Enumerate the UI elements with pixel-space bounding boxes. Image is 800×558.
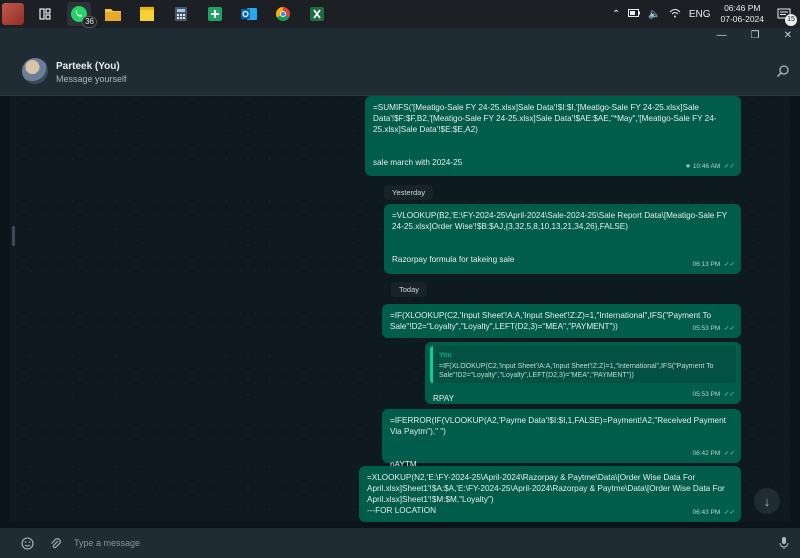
chat-messages-pane[interactable]: =SUMIFS('[Meatigo-Sale FY 24-25.xlsx]Sal…	[10, 96, 790, 522]
message-meta: 05:53 PM ✓✓	[692, 389, 735, 400]
chrome-icon[interactable]	[271, 2, 295, 26]
attach-icon[interactable]	[48, 536, 62, 550]
double-check-icon: ✓✓	[724, 261, 735, 268]
contact-name: Parteek (You)	[56, 61, 120, 72]
minimize-icon[interactable]: —	[717, 30, 727, 41]
battery-icon[interactable]	[628, 8, 641, 20]
whatsapp-unread-badge: 36	[82, 16, 97, 28]
double-check-icon: ✓✓	[724, 325, 735, 332]
message-text: =XLOOKUP(N2,'E:\FY-2024-25\April-2024\Ra…	[367, 473, 725, 515]
message-time: 05:53 PM	[692, 391, 721, 398]
sticky-notes-icon[interactable]	[135, 2, 159, 26]
message-meta: 06:43 PM ✓✓	[692, 507, 735, 518]
message-text: =SUMIFS('[Meatigo-Sale FY 24-25.xlsx]Sal…	[373, 103, 717, 167]
clock-date: 07-06-2024	[720, 14, 764, 24]
avatar[interactable]	[22, 58, 48, 84]
start-app-icon[interactable]	[2, 3, 24, 25]
microphone-icon[interactable]	[777, 536, 791, 550]
message-composer	[0, 528, 800, 558]
excel-icon[interactable]	[305, 2, 329, 26]
search-icon[interactable]	[776, 64, 790, 78]
task-view-icon[interactable]	[33, 2, 57, 26]
message-text: =VLOOKUP(B2,'E:\FY-2024-25\April-2024\Sa…	[392, 211, 727, 264]
close-icon[interactable]: ✕	[784, 30, 792, 41]
star-icon: ★	[685, 163, 691, 170]
scrollbar[interactable]	[12, 226, 15, 246]
scroll-down-icon[interactable]: ↓	[754, 488, 780, 514]
message-meta: 05:53 PM ✓✓	[692, 323, 735, 334]
contact-subtitle: Message yourself	[56, 74, 127, 84]
notification-center-icon[interactable]: 15	[774, 4, 797, 26]
message-time: 05:53 PM	[692, 325, 721, 332]
clock[interactable]: 06:46 PM 07-06-2024	[721, 3, 764, 25]
calculator-icon[interactable]	[169, 2, 193, 26]
double-check-icon: ✓✓	[724, 450, 735, 457]
clock-time: 06:46 PM	[724, 3, 761, 13]
chevron-up-icon[interactable]: ⌃	[612, 9, 620, 20]
message-meta: 06:13 PM ✓✓	[692, 259, 735, 270]
message-meta: ★ 10:46 AM ✓✓	[685, 161, 735, 172]
whatsapp-taskbar-icon[interactable]: 36	[67, 2, 97, 28]
message-time: 06:13 PM	[692, 261, 721, 268]
message-bubble[interactable]: =VLOOKUP(B2,'E:\FY-2024-25\April-2024\Sa…	[384, 204, 741, 274]
message-time: 06:42 PM	[692, 450, 721, 457]
double-check-icon: ✓✓	[724, 391, 735, 398]
message-text: =IF(XLOOKUP(C2,'Input Sheet'!A:A,'Input …	[390, 311, 714, 331]
message-bubble-reply[interactable]: You =IF(XLOOKUP(C2,'Input Sheet'!A:A,'In…	[425, 342, 741, 404]
volume-icon[interactable]: 🔈	[648, 9, 660, 20]
date-chip: Yesterday	[384, 185, 434, 200]
message-text: =IFERROR(IF(VLOOKUP(A2,'Payme Data'!$I:$…	[390, 416, 726, 469]
google-sheets-icon[interactable]	[203, 2, 227, 26]
quoted-message[interactable]: You =IF(XLOOKUP(C2,'Input Sheet'!A:A,'In…	[430, 346, 736, 383]
language-indicator[interactable]: ENG	[689, 9, 711, 20]
quoted-sender: You	[439, 350, 452, 359]
message-bubble[interactable]: =IFERROR(IF(VLOOKUP(A2,'Payme Data'!$I:$…	[382, 409, 741, 469]
window-titlebar: — ❐ ✕	[0, 28, 800, 46]
message-bubble[interactable]: =IF(XLOOKUP(C2,'Input Sheet'!A:A,'Input …	[382, 304, 741, 338]
message-text: RPAY	[433, 394, 455, 403]
date-chip: Today	[391, 282, 428, 297]
quoted-text: =IF(XLOOKUP(C2,'Input Sheet'!A:A,'Input …	[439, 363, 714, 379]
outlook-icon[interactable]	[237, 2, 261, 26]
file-explorer-icon[interactable]	[101, 2, 125, 26]
message-input[interactable]	[74, 534, 754, 552]
chat-header[interactable]: Parteek (You) Message yourself	[0, 46, 800, 96]
message-meta: 06:42 PM ✓✓	[692, 448, 735, 459]
maximize-icon[interactable]: ❐	[751, 30, 760, 41]
windows-taskbar: 36 ⌃ 🔈 ENG 06:46 PM 07-06-2024 15	[0, 0, 800, 28]
message-time: 10:46 AM	[692, 163, 721, 170]
message-bubble[interactable]: =SUMIFS('[Meatigo-Sale FY 24-25.xlsx]Sal…	[365, 96, 741, 176]
double-check-icon: ✓✓	[724, 509, 735, 516]
double-check-icon: ✓✓	[724, 163, 735, 170]
emoji-icon[interactable]	[20, 536, 34, 550]
notification-count-badge: 15	[785, 14, 797, 26]
message-time: 06:43 PM	[692, 509, 721, 516]
wifi-icon[interactable]	[669, 8, 681, 21]
message-bubble[interactable]: =XLOOKUP(N2,'E:\FY-2024-25\April-2024\Ra…	[359, 466, 741, 522]
